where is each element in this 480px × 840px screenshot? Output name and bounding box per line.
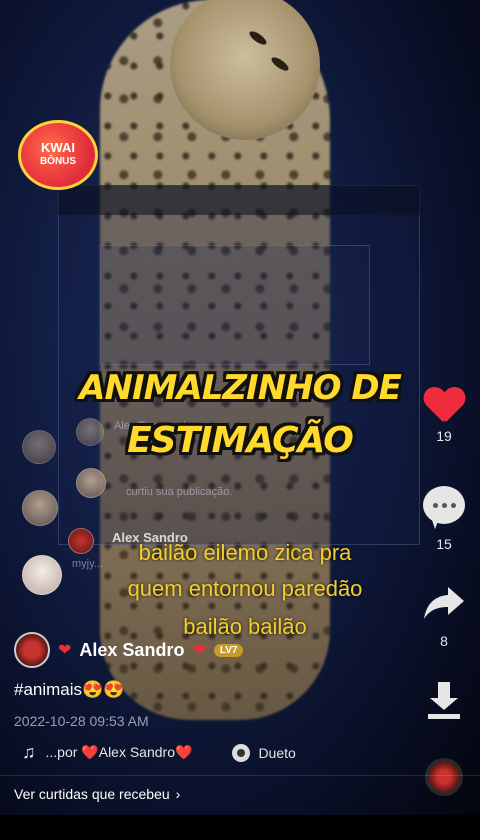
bottom-bar xyxy=(0,815,480,840)
chevron-right-icon: › xyxy=(175,786,181,802)
heart-icon xyxy=(424,388,464,424)
cat-eye xyxy=(269,54,291,74)
received-likes-label: Ver curtidas que recebeu xyxy=(14,786,170,802)
music-note-icon: ♫ xyxy=(22,742,36,762)
like-count: 19 xyxy=(436,428,452,444)
music-row[interactable]: ♫ ...por ❤️Alex Sandro❤️ Dueto xyxy=(22,742,296,763)
inner-comment-text: curtiu sua publicação. xyxy=(126,486,233,498)
avatar xyxy=(22,555,62,595)
level-badge: LV7 xyxy=(213,643,244,657)
kwai-bonus-badge[interactable]: KWAI BÔNUS xyxy=(18,120,98,190)
download-button[interactable] xyxy=(418,680,470,722)
headline-line1: ANIMALZINHO DE xyxy=(79,368,402,408)
music-disc-icon xyxy=(425,758,463,796)
cat-eye xyxy=(247,28,269,48)
like-button[interactable]: 19 xyxy=(418,388,470,444)
music-disc-button[interactable] xyxy=(418,758,470,796)
heart-emoji-icon: ❤ xyxy=(192,642,206,659)
duet-icon xyxy=(232,743,251,762)
music-title[interactable]: ...por ❤️Alex Sandro❤️ xyxy=(46,744,193,761)
avatar[interactable] xyxy=(14,632,50,668)
author-row[interactable]: ❤ Alex Sandro ❤ LV7 xyxy=(14,632,244,668)
post-date: 2022-10-28 09:53 AM xyxy=(14,713,149,729)
embedded-screenshot-panel xyxy=(58,185,420,545)
embedded-inner-frame xyxy=(100,245,370,365)
received-likes-link[interactable]: Ver curtidas que recebeu › xyxy=(14,786,180,802)
lyrics-line: quem entornou paredão xyxy=(127,576,363,601)
avatar xyxy=(22,430,56,464)
kwai-badge-line1: KWAI xyxy=(41,140,75,155)
divider xyxy=(0,775,480,776)
headline-line2: ESTIMAÇÃO xyxy=(127,420,354,461)
avatar xyxy=(22,490,58,526)
comment-button[interactable]: 15 xyxy=(418,486,470,552)
embedded-screenshot-header xyxy=(58,185,420,215)
heart-emoji-icon: ❤ xyxy=(58,642,72,659)
download-icon xyxy=(428,682,460,719)
kwai-badge-line2: BÔNUS xyxy=(39,156,77,167)
caption-hashtag[interactable]: #animais😍😍 xyxy=(14,680,124,700)
duet-label: Dueto xyxy=(258,744,296,761)
avatar xyxy=(76,468,106,498)
duet-button[interactable]: Dueto xyxy=(232,743,296,762)
author-name[interactable]: Alex Sandro xyxy=(79,640,184,661)
comment-icon xyxy=(423,486,465,524)
share-button[interactable]: 8 xyxy=(418,585,470,649)
lyrics-line: bailão eilemo zica pra xyxy=(138,540,352,565)
share-arrow-icon xyxy=(424,587,464,619)
comment-count: 15 xyxy=(436,536,452,552)
video-stage[interactable]: KWAI BÔNUS Alex Tavares dos... curtiu su… xyxy=(0,0,480,840)
share-count: 8 xyxy=(440,633,448,649)
